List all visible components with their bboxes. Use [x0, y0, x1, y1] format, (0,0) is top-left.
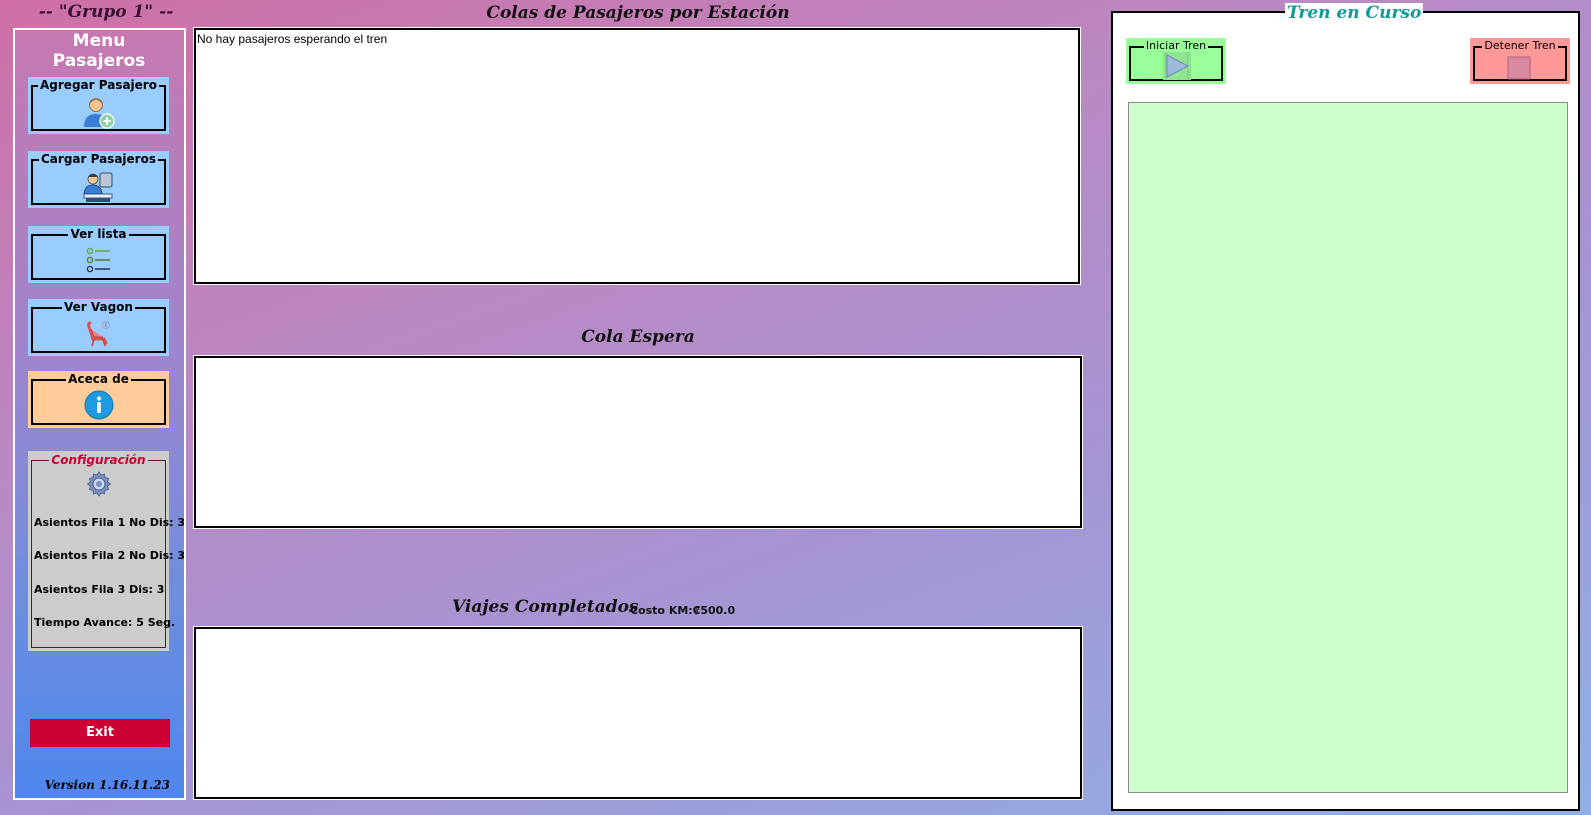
- add-passenger-label: Agregar Pasajero: [38, 78, 159, 92]
- list-icon: [85, 246, 113, 278]
- config-advance-time: Tiempo Avance: 5 Seg.: [34, 616, 176, 629]
- seat-icon: €: [84, 319, 114, 353]
- about-label: Aceca de: [66, 372, 131, 386]
- cost-per-km-label: Costo KM:₡500.0: [630, 604, 736, 617]
- config-row2-seats: Asientos Fila 2 No Dis: 3: [34, 549, 186, 562]
- add-user-icon: [82, 97, 116, 133]
- train-display-area: [1128, 102, 1568, 793]
- load-passengers-icon: [82, 171, 116, 207]
- config-panel: Configuración Asientos Fila 1 No Dis: 3 …: [28, 451, 185, 651]
- view-list-button[interactable]: Ver lista: [28, 226, 169, 283]
- play-icon: [1163, 52, 1191, 84]
- config-title: Configuración: [49, 453, 148, 467]
- train-title: Tren en Curso: [1285, 3, 1424, 23]
- start-train-button[interactable]: Iniciar Tren: [1126, 38, 1226, 84]
- stop-train-button[interactable]: Detener Tren: [1470, 38, 1570, 84]
- view-wagon-label: Ver Vagon: [62, 300, 135, 314]
- view-wagon-button[interactable]: Ver Vagon €: [28, 299, 169, 356]
- menu-title: Menu Pasajeros: [52, 31, 146, 71]
- stop-train-label: Detener Tren: [1482, 39, 1558, 52]
- group-title: -- "Grupo 1" --: [38, 2, 174, 22]
- stop-icon: [1507, 56, 1531, 84]
- gear-icon: [86, 471, 112, 501]
- completed-trips-title: Viajes Completados: [452, 597, 639, 617]
- waiting-queue-textarea[interactable]: [193, 355, 1083, 529]
- load-passengers-button[interactable]: Cargar Pasajeros: [28, 151, 169, 208]
- exit-button[interactable]: Exit: [30, 719, 170, 747]
- completed-trips-textarea[interactable]: [193, 626, 1083, 800]
- stations-queue-textarea[interactable]: No hay pasajeros esperando el tren: [193, 27, 1081, 285]
- config-row1-seats: Asientos Fila 1 No Dis: 3: [34, 516, 186, 529]
- view-list-label: Ver lista: [68, 227, 129, 241]
- info-icon: [84, 390, 114, 424]
- waiting-queue-title: Cola Espera: [581, 327, 695, 347]
- about-button[interactable]: Aceca de: [28, 371, 169, 428]
- start-train-label: Iniciar Tren: [1143, 39, 1209, 52]
- config-row3-seats: Asientos Fila 3 Dis: 3: [34, 583, 165, 596]
- stations-queue-title: Colas de Pasajeros por Estación: [486, 3, 790, 23]
- version-label: Version 1.16.11.23: [44, 778, 170, 792]
- svg-text:€: €: [104, 323, 107, 329]
- load-passengers-label: Cargar Pasajeros: [39, 152, 158, 166]
- add-passenger-button[interactable]: Agregar Pasajero: [28, 77, 169, 134]
